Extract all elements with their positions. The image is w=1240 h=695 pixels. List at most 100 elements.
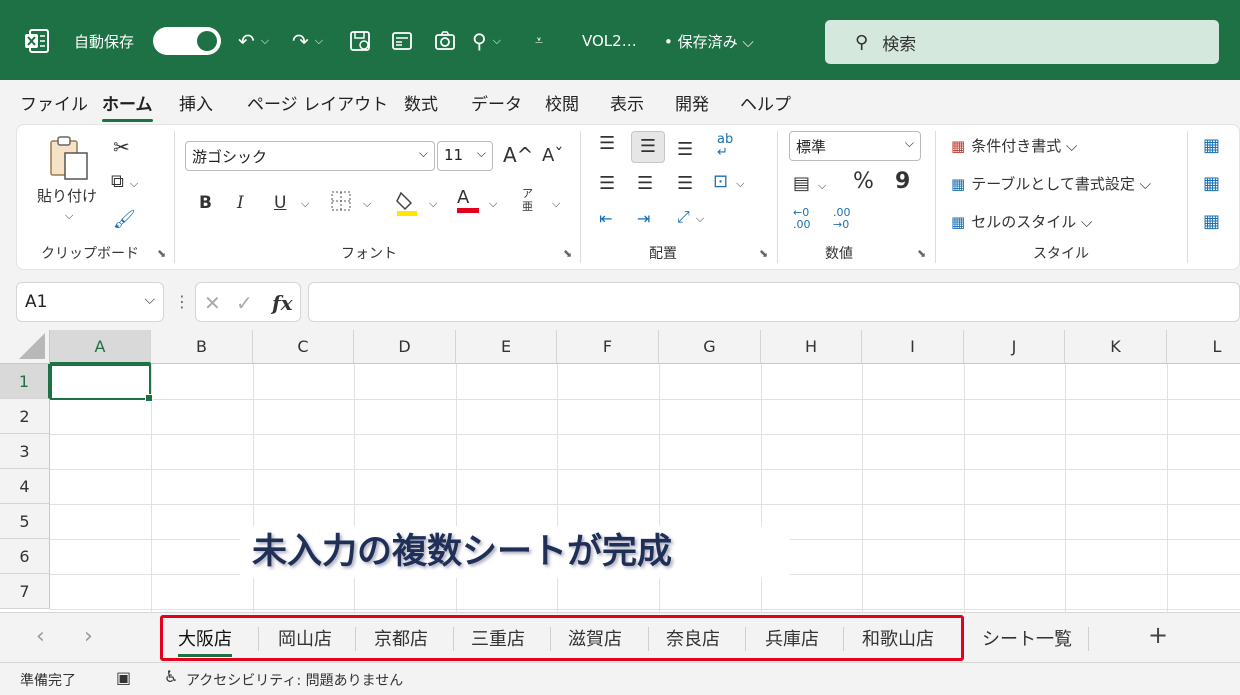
number-format-select[interactable]: 標準 ⌵ [789,131,921,161]
chevron-down-icon[interactable]: ⌵ [552,197,560,211]
accounting-format-icon[interactable]: ▤ ⌵ [793,173,826,194]
active-cell-a1[interactable] [50,364,153,402]
font-size-select[interactable]: 11 ⌵ [437,141,493,171]
enter-icon[interactable]: ✓ [236,291,253,315]
grow-font-button[interactable]: A^ [503,143,533,167]
column-header[interactable]: E [456,330,557,364]
more-options-icon[interactable]: ⋮ [174,292,190,311]
saved-state[interactable]: • 保存済み ⌵ [664,24,754,58]
column-header[interactable]: D [354,330,456,364]
cell-styles-button[interactable]: ▦ セルのスタイル ⌵ [951,211,1092,232]
decrease-indent-icon[interactable]: ⇤ [599,209,612,228]
autosave-toggle[interactable]: オン [153,27,221,55]
paste-icon[interactable] [47,133,91,185]
delete-cells-icon[interactable]: ▦ [1203,173,1220,194]
cancel-icon[interactable]: ✕ [204,291,221,315]
tab-page-layout[interactable]: ページ レイアウト [247,90,388,115]
insert-function-button[interactable]: fx [272,291,293,315]
align-left-icon[interactable]: ☰ [599,173,615,194]
row-header[interactable]: 6 [0,539,50,574]
formula-input[interactable] [308,282,1240,322]
column-header[interactable]: B [151,330,253,364]
row-header[interactable]: 4 [0,469,50,504]
align-top-icon[interactable]: ☰ [599,133,615,154]
alignment-launcher-icon[interactable]: ⬊ [759,247,768,260]
find-icon[interactable]: ⚲ ⌵ [472,24,501,58]
clipboard-launcher-icon[interactable]: ⬊ [157,247,166,260]
macro-record-icon[interactable]: ▣ [116,668,131,687]
font-color-icon[interactable]: A [457,187,479,213]
italic-button[interactable]: I [237,193,244,213]
undo-icon[interactable]: ↶ ⌵ [238,24,269,58]
tab-data[interactable]: データ [471,90,522,115]
number-launcher-icon[interactable]: ⬊ [917,247,926,260]
increase-decimal-icon[interactable]: ←0.00 [793,207,811,231]
redo-icon[interactable]: ↷ ⌵ [292,24,323,58]
decrease-decimal-icon[interactable]: .00 →0 [833,207,851,231]
select-all-button[interactable] [0,330,50,364]
column-header[interactable]: I [862,330,964,364]
merge-center-icon[interactable]: ⊡ ⌵ [713,171,744,192]
search-box[interactable]: ⚲ 検索 [825,20,1219,64]
column-header[interactable]: H [761,330,862,364]
conditional-formatting-button[interactable]: ▦ 条件付き書式 ⌵ [951,135,1077,156]
tab-insert[interactable]: 挿入 [179,90,213,115]
paste-dropdown-icon[interactable]: ⌵ [65,209,73,223]
wrap-text-icon[interactable]: ab ↵ [717,133,733,159]
tab-help[interactable]: ヘルプ [740,90,791,115]
orientation-icon[interactable]: ⤢ ⌵ [677,207,704,227]
cut-icon[interactable]: ✂ [113,135,130,159]
insert-cells-icon[interactable]: ▦ [1203,135,1220,156]
align-right-icon[interactable]: ☰ [677,173,693,194]
format-as-table-button[interactable]: ▦ テーブルとして書式設定 ⌵ [951,173,1151,194]
sheet-tab[interactable]: シート一覧 [982,625,1072,651]
name-box[interactable]: A1 ⌵ [16,282,164,322]
scroll-right-icon[interactable]: › [84,624,93,649]
chevron-down-icon[interactable]: ⌵ [489,197,497,211]
column-header[interactable]: A [50,330,151,364]
tab-developer[interactable]: 開発 [675,90,709,115]
accessibility-icon[interactable]: ♿ [164,667,178,686]
save-icon[interactable] [348,24,372,58]
row-header[interactable]: 2 [0,399,50,434]
column-header[interactable]: L [1167,330,1240,364]
chevron-down-icon[interactable]: ⌵ [363,197,371,211]
borders-icon[interactable] [329,189,353,217]
column-header[interactable]: C [253,330,354,364]
font-launcher-icon[interactable]: ⬊ [563,247,572,260]
customize-qat-icon[interactable]: ⩡ [535,24,543,58]
shrink-font-button[interactable]: Aˇ [542,145,563,166]
percent-style-button[interactable]: % [853,169,874,194]
tab-formulas[interactable]: 数式 [404,90,438,115]
form-icon[interactable] [390,24,414,58]
tab-review[interactable]: 校閲 [545,90,579,115]
align-center-icon[interactable]: ☰ [637,173,653,194]
column-header[interactable]: F [557,330,659,364]
align-middle-icon[interactable]: ☰ [631,131,665,163]
row-header[interactable]: 3 [0,434,50,469]
chevron-down-icon[interactable]: ⌵ [301,197,309,211]
format-cells-icon[interactable]: ▦ [1203,211,1220,232]
scroll-left-icon[interactable]: ‹ [36,624,45,649]
chevron-down-icon[interactable]: ⌵ [429,197,437,211]
copy-icon[interactable]: ⧉ ⌵ [111,171,138,192]
column-header[interactable]: G [659,330,761,364]
column-header[interactable]: K [1065,330,1167,364]
comma-style-button[interactable]: 9 [895,169,910,194]
tab-file[interactable]: ファイル [20,90,88,115]
column-header[interactable]: J [964,330,1065,364]
accessibility-status[interactable]: アクセシビリティ: 問題ありません [186,670,403,690]
paste-button[interactable]: 貼り付け [37,185,97,206]
align-bottom-icon[interactable]: ☰ [677,139,693,160]
row-header[interactable]: 1 [0,364,50,399]
camera-icon[interactable] [433,24,457,58]
row-header[interactable]: 5 [0,504,50,539]
tab-home[interactable]: ホーム [102,90,153,122]
underline-button[interactable]: U [274,193,286,213]
font-name-select[interactable]: 游ゴシック ⌵ [185,141,435,171]
row-header[interactable]: 7 [0,574,50,609]
fill-color-icon[interactable] [395,189,421,221]
add-sheet-button[interactable]: + [1148,621,1168,649]
phonetic-guide-icon[interactable]: ア亜 [522,187,533,213]
document-title[interactable]: VOL2… [582,24,637,58]
